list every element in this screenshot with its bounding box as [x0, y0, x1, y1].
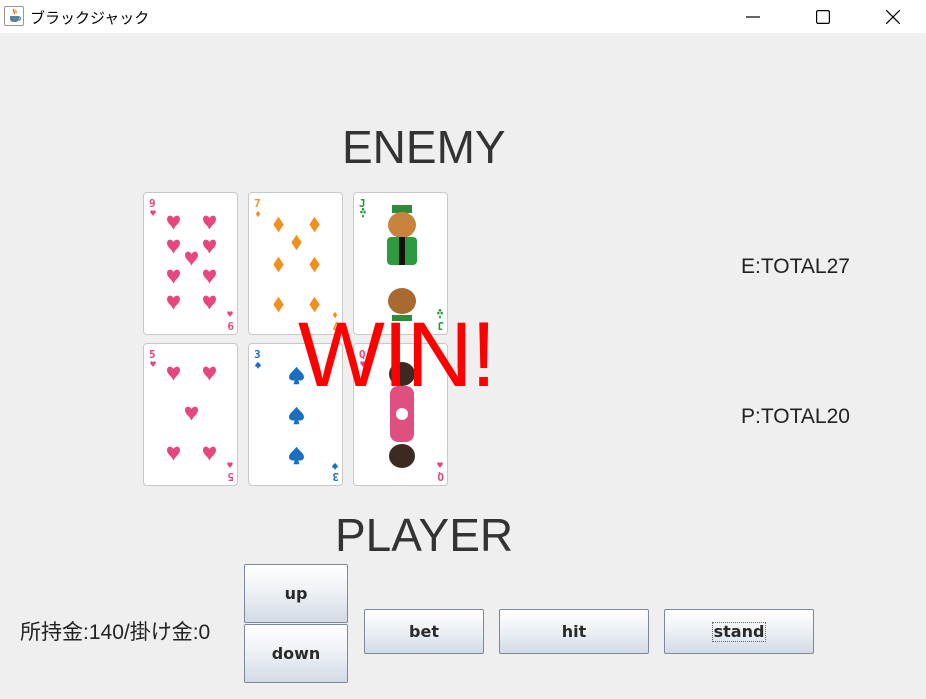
enemy-total: E:TOTAL27: [741, 255, 850, 278]
player-label: PLAYER: [335, 509, 514, 561]
enemy-card-2-pip-6: [273, 296, 284, 313]
enemy-card-2-pip-4: [273, 256, 284, 273]
player-card-1-art: 55: [149, 348, 234, 483]
enemy-card-1-pip-4: [203, 239, 216, 254]
player-card-3-rank-bottom: Q: [437, 470, 444, 483]
enemy-card-1-pip-8: [167, 295, 180, 310]
enemy-card-1-pip-6: [167, 269, 180, 284]
money-status: 所持金:140/掛け金:0: [20, 621, 211, 644]
enemy-card-2-pip-5: [309, 256, 320, 273]
enemy-card-1-pip-7: [203, 269, 216, 284]
enemy-card-2-pip-2: [309, 216, 320, 233]
player-total: P:TOTAL20: [741, 405, 850, 428]
close-icon: [886, 10, 900, 24]
down-button[interactable]: down: [244, 624, 348, 683]
enemy-card-1-pip-5: [185, 251, 198, 266]
enemy-card-1-rank-top: 9: [149, 197, 156, 210]
enemy-card-2-pip-3: [291, 234, 302, 251]
player-card-2-rank-top: 3: [254, 348, 261, 361]
enemy-card-2-rank-top: 7: [254, 197, 261, 210]
enemy-card-2-pip-1: [273, 216, 284, 233]
up-button[interactable]: up: [244, 564, 348, 623]
maximize-icon: [816, 10, 830, 24]
enemy-card-1-pip-2: [203, 215, 216, 230]
player-card-1-rank-top: 5: [149, 348, 156, 361]
player-card-3-suit-bottom-icon: [437, 462, 443, 469]
player-card-2-pip-2: [289, 406, 304, 425]
player-card-1: 55: [143, 343, 238, 486]
player-card-2-suit-bottom-icon: [332, 462, 338, 470]
title-bar: ブラックジャック: [0, 0, 926, 33]
bet-button[interactable]: bet: [364, 609, 484, 654]
close-button[interactable]: [870, 0, 916, 33]
player-card-1-suit-top-icon: [150, 361, 156, 368]
minimize-icon: [746, 16, 760, 18]
enemy-card-1-pip-9: [203, 295, 216, 310]
enemy-card-1-rank-bottom: 9: [227, 319, 234, 332]
enemy-card-1-suit-bottom-icon: [227, 311, 233, 318]
enemy-card-2-suit-top-icon: [255, 210, 261, 218]
player-card-1-pip-3: [185, 406, 198, 421]
enemy-card-1: 99: [143, 192, 238, 335]
player-card-2-rank-bottom: 3: [332, 470, 339, 483]
enemy-card-1-art: 99: [149, 197, 234, 332]
java-cup-icon: [4, 6, 24, 26]
player-card-2-suit-top-icon: [255, 361, 261, 369]
enemy-card-3-rank-top: J: [359, 197, 366, 210]
enemy-card-1-pip-1: [167, 215, 180, 230]
hit-button[interactable]: hit: [499, 609, 649, 654]
stand-button[interactable]: stand: [664, 609, 814, 654]
player-card-1-suit-bottom-icon: [227, 462, 233, 469]
enemy-label: ENEMY: [342, 121, 506, 173]
player-card-1-pip-1: [167, 366, 180, 381]
player-card-1-pip-2: [203, 366, 216, 381]
stand-label: stand: [711, 621, 767, 642]
player-card-2-pip-3: [289, 446, 304, 465]
player-card-1-pip-4: [167, 446, 180, 461]
player-card-1-rank-bottom: 5: [227, 470, 234, 483]
result-banner: WIN!: [298, 304, 496, 406]
maximize-button[interactable]: [800, 0, 846, 33]
player-card-1-pip-5: [203, 446, 216, 461]
minimize-button[interactable]: [730, 0, 776, 33]
enemy-card-1-pip-3: [167, 239, 180, 254]
enemy-card-1-suit-top-icon: [150, 210, 156, 217]
window-title: ブラックジャック: [30, 9, 150, 27]
game-table: ENEMY 99 77 JJ 55 33 QQ E:TOTAL27 P:TOTA…: [0, 40, 926, 699]
